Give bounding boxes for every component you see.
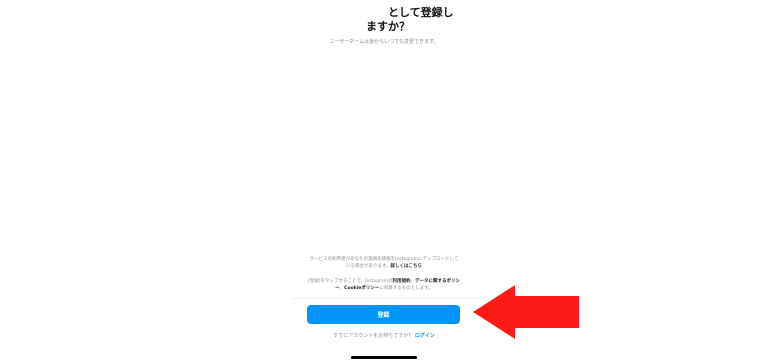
terms-suffix: に同意するものとします。: [379, 286, 433, 291]
home-indicator: [351, 356, 417, 359]
login-question: すでにアカウントをお持ちですか？: [333, 333, 414, 339]
login-link[interactable]: ログイン: [415, 333, 435, 339]
terms-notice: [登録]をタップすることで、Instagramの利用規約、データに関するポリシー…: [306, 278, 462, 292]
login-prompt: すでにアカウントをお持ちですか？ ログイン: [300, 332, 468, 340]
contact-info-notice: サービスの利用者があなたの連絡先情報をInstagramにアップロードしている場…: [308, 256, 460, 270]
learn-more-link[interactable]: 詳しくはこちら: [391, 264, 423, 269]
signup-confirm-screen: として登録し ますか？ ユーザーネームは後からいつでも変更できます。 サービスの…: [0, 0, 768, 363]
page-title-line-1: として登録し: [388, 6, 454, 19]
red-arrow-annotation-icon: [473, 285, 579, 339]
divider: [292, 298, 478, 299]
page-title-line-2: ますか？: [366, 20, 410, 33]
terms-prefix: [登録]をタップすることで、Instagramの: [307, 279, 393, 284]
register-button[interactable]: 登録: [307, 305, 460, 324]
cookie-policy-link[interactable]: Cookieポリシー: [344, 286, 379, 291]
contact-info-notice-text: サービスの利用者があなたの連絡先情報をInstagramにアップロードしている場…: [309, 257, 459, 269]
terms-of-use-link[interactable]: 利用規約: [393, 279, 411, 284]
username-change-note: ユーザーネームは後からいつでも変更できます。: [329, 39, 439, 45]
page-title: として登録し ますか？: [360, 6, 470, 34]
arrow-shape: [473, 285, 579, 339]
